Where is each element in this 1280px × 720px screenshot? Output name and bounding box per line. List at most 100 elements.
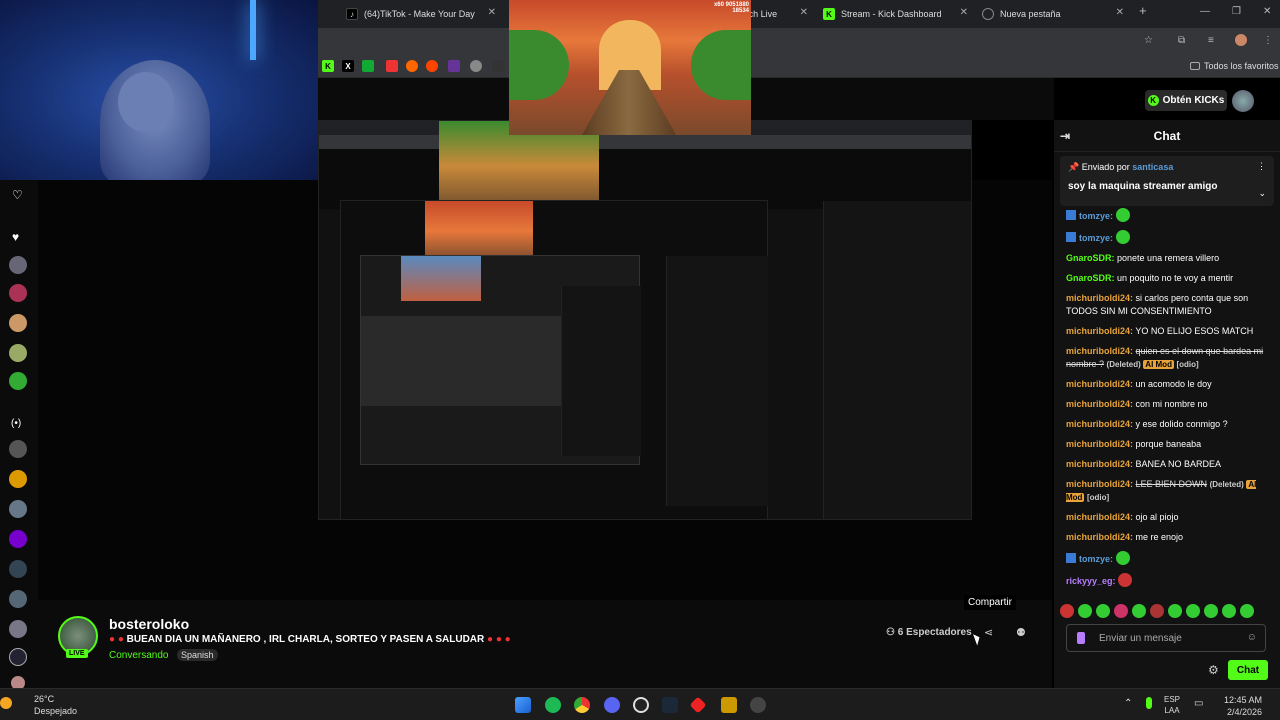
emote-icon[interactable] — [1060, 604, 1074, 618]
new-tab-button[interactable]: + — [1139, 3, 1147, 18]
emote-icon[interactable] — [1132, 604, 1146, 618]
chat-username[interactable]: michuriboldi24: — [1066, 419, 1133, 429]
chat-username[interactable]: michuriboldi24: — [1066, 379, 1133, 389]
app-icon[interactable] — [750, 697, 766, 713]
emote-icon[interactable] — [1186, 604, 1200, 618]
chevron-down-icon[interactable]: ⌄ — [1258, 188, 1266, 199]
channel-avatar[interactable] — [9, 256, 27, 274]
weather-widget[interactable]: 26°C Despejado — [14, 693, 77, 717]
category-link[interactable]: Conversando — [109, 650, 168, 661]
get-kicks-button[interactable]: K Obtén KICKs — [1145, 90, 1227, 111]
chevron-up-icon[interactable]: ⌃ — [1124, 698, 1132, 709]
channel-avatar[interactable] — [9, 560, 27, 578]
spotify-icon[interactable] — [545, 697, 561, 713]
emote-icon[interactable] — [1114, 604, 1128, 618]
chat-username[interactable]: michuriboldi24: — [1066, 293, 1133, 303]
chat-message[interactable]: tomzye: — [1066, 208, 1271, 223]
microphone-icon[interactable] — [1146, 697, 1152, 709]
channel-avatar[interactable] — [9, 470, 27, 488]
chat-username[interactable]: michuriboldi24: — [1066, 399, 1133, 409]
language-tag[interactable]: Spanish — [177, 649, 218, 661]
chat-message[interactable]: michuriboldi24: un acomodo le doy — [1066, 378, 1271, 391]
chat-message[interactable]: michuriboldi24: quien es el down que bar… — [1066, 345, 1271, 371]
collapse-chat-icon[interactable]: ⇥ — [1060, 129, 1070, 143]
close-icon[interactable]: ✕ — [800, 7, 808, 18]
chat-message[interactable]: michuriboldi24: y ese dolido conmigo ? — [1066, 418, 1271, 431]
chat-username[interactable]: michuriboldi24: — [1066, 439, 1133, 449]
chat-message[interactable]: michuriboldi24: ojo al piojo — [1066, 511, 1271, 524]
emote-icon[interactable] — [1168, 604, 1182, 618]
reddit-icon[interactable] — [426, 60, 438, 72]
channel-avatar[interactable] — [9, 500, 27, 518]
chat-username[interactable]: michuriboldi24: — [1066, 326, 1133, 336]
profile-avatar[interactable] — [1235, 34, 1247, 46]
chat-username[interactable]: tomzye: — [1079, 233, 1113, 243]
emote-icon[interactable] — [1096, 604, 1110, 618]
clock[interactable]: 12:45 AM 2/4/2026 — [1224, 694, 1262, 718]
heart-outline-icon[interactable]: ♡ — [12, 188, 23, 202]
discord-icon[interactable] — [604, 697, 620, 713]
x-icon[interactable]: X — [342, 60, 354, 72]
chat-message[interactable]: michuriboldi24: LEE BIEN DOWN (Deleted) … — [1066, 478, 1271, 504]
bookmark-icon[interactable] — [406, 60, 418, 72]
chat-username[interactable]: tomzye: — [1079, 554, 1113, 564]
chat-username[interactable]: michuriboldi24: — [1066, 512, 1133, 522]
chat-username[interactable]: michuriboldi24: — [1066, 346, 1133, 356]
tab-kick-dashboard[interactable]: K Stream - Kick Dashboard ✕ — [823, 4, 968, 24]
chat-username[interactable]: michuriboldi24: — [1066, 459, 1133, 469]
tab-new[interactable]: Nueva pestaña ✕ — [982, 4, 1124, 24]
chat-message[interactable]: michuriboldi24: YO NO ELIJO ESOS MATCH — [1066, 325, 1271, 338]
obs-icon[interactable] — [633, 697, 649, 713]
media-icon[interactable]: ≡ — [1208, 35, 1214, 46]
extensions-icon[interactable]: ⧉ — [1178, 35, 1185, 46]
close-icon[interactable]: ✕ — [1116, 7, 1124, 18]
more-icon[interactable]: ⋮ — [1257, 161, 1266, 172]
send-chat-button[interactable]: Chat — [1228, 660, 1268, 680]
channel-avatar[interactable] — [9, 648, 27, 666]
bookmark-icon[interactable] — [362, 60, 374, 72]
language-indicator[interactable]: ESP LAA — [1164, 694, 1180, 716]
windows-start-icon[interactable] — [515, 697, 531, 713]
chat-message[interactable]: tomzye: — [1066, 230, 1271, 245]
chat-username[interactable]: rickyyy_eg: — [1066, 576, 1116, 586]
close-icon[interactable]: ✕ — [488, 7, 496, 18]
bookmark-icon[interactable] — [386, 60, 398, 72]
bookmark-icon[interactable] — [492, 60, 504, 72]
chat-message[interactable]: michuriboldi24: si carlos pero conta que… — [1066, 292, 1271, 318]
tab-tiktok[interactable]: ♪ (64)TikTok - Make Your Day ✕ — [346, 4, 496, 24]
network-icon[interactable]: ▭ — [1194, 698, 1203, 709]
chat-message[interactable]: michuriboldi24: BANEA NO BARDEA — [1066, 458, 1271, 471]
chat-input[interactable]: Enviar un mensaje ☺ — [1066, 624, 1266, 652]
chat-username[interactable]: michuriboldi24: — [1066, 532, 1133, 542]
pinned-message[interactable]: 📌 Enviado por santicasa ⋮ soy la maquina… — [1060, 156, 1274, 206]
share-button[interactable]: ⋖ — [984, 626, 993, 639]
user-avatar[interactable] — [1232, 90, 1254, 112]
maximize-button[interactable]: ❐ — [1232, 6, 1241, 17]
chat-username[interactable]: tomzye: — [1079, 211, 1113, 221]
emote-icon[interactable] — [1078, 604, 1092, 618]
star-icon[interactable]: ☆ — [1144, 35, 1153, 46]
chat-username[interactable]: GnaroSDR: — [1066, 253, 1115, 263]
streamer-name[interactable]: bosteroloko — [109, 616, 189, 632]
emoji-icon[interactable]: ☺ — [1247, 632, 1257, 643]
gear-icon[interactable]: ⚙ — [1208, 663, 1219, 677]
channel-avatar[interactable] — [9, 620, 27, 638]
emote-icon[interactable] — [1204, 604, 1218, 618]
emote-icon[interactable] — [1150, 604, 1164, 618]
channel-avatar[interactable] — [9, 440, 27, 458]
folder-icon[interactable] — [721, 697, 737, 713]
close-icon[interactable]: ✕ — [960, 7, 968, 18]
chat-message[interactable]: michuriboldi24: porque baneaba — [1066, 438, 1271, 451]
channel-avatar[interactable] — [9, 314, 27, 332]
app-icon[interactable] — [689, 696, 707, 714]
bookmark-icon[interactable] — [448, 60, 460, 72]
channel-avatar[interactable] — [9, 530, 27, 548]
live-channels-icon[interactable]: (•) — [11, 418, 21, 429]
emote-icon[interactable] — [1222, 604, 1236, 618]
chat-message[interactable]: michuriboldi24: me re enojo — [1066, 531, 1271, 544]
chat-username[interactable]: GnaroSDR: — [1066, 273, 1115, 283]
channel-avatar[interactable] — [9, 284, 27, 302]
close-window-button[interactable]: ✕ — [1263, 6, 1271, 17]
menu-icon[interactable]: ⋮ — [1263, 35, 1273, 46]
chat-message[interactable]: michuriboldi24: con mi nombre no — [1066, 398, 1271, 411]
